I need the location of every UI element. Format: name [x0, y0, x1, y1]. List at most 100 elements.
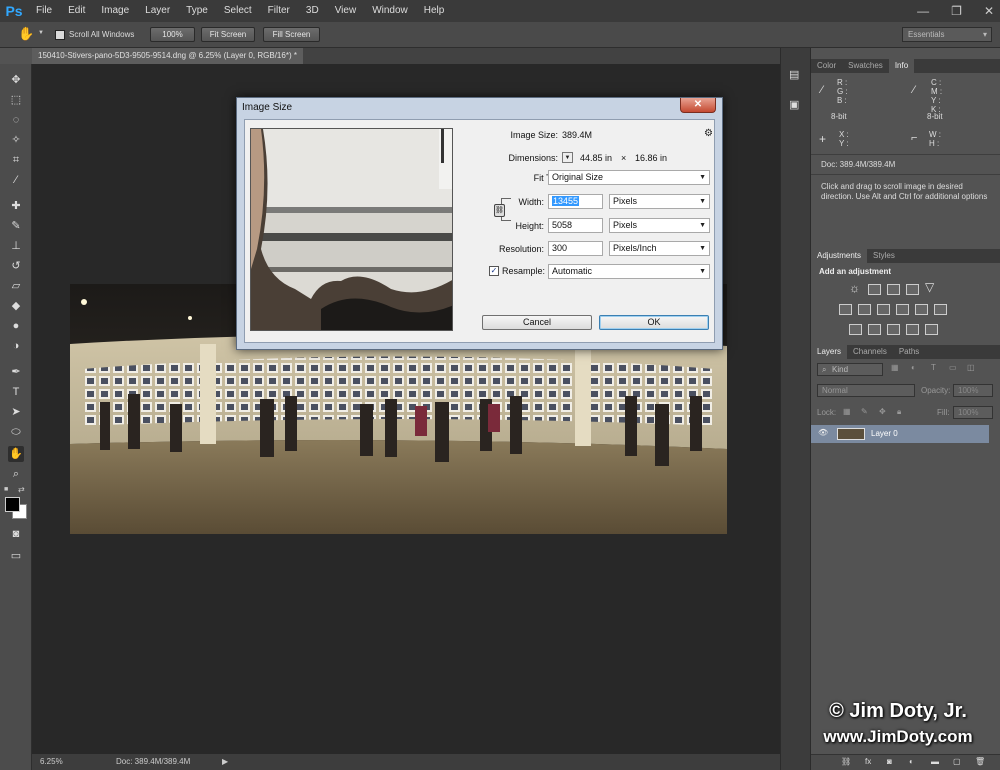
history-panel-icon[interactable]: ▤ [789, 68, 799, 81]
lock-pixels-icon[interactable]: ✎ [861, 407, 868, 416]
type-tool-icon[interactable]: T [8, 384, 24, 400]
gear-icon[interactable]: ⚙ [704, 128, 713, 139]
vibrance-icon[interactable]: ▽ [925, 280, 934, 294]
crop-tool-icon[interactable]: ⌗ [8, 152, 24, 168]
dialog-close-button[interactable]: ✕ [680, 98, 716, 113]
menu-layer[interactable]: Layer [137, 0, 178, 22]
tab-adjustments[interactable]: Adjustments [811, 249, 868, 263]
eye-icon[interactable]: 👁︎ [818, 428, 828, 437]
adjustment-layer-icon[interactable]: ◐ [909, 757, 914, 766]
selective-color-icon[interactable] [906, 324, 919, 335]
fit-to-select[interactable]: Original Size ▼ [548, 170, 710, 185]
screen-mode-icon[interactable]: ▭ [8, 548, 24, 564]
maximize-button[interactable]: ❐ [951, 0, 962, 22]
tab-styles[interactable]: Styles [867, 249, 901, 263]
menu-select[interactable]: Select [216, 0, 260, 22]
tab-channels[interactable]: Channels [847, 345, 893, 359]
photo-filter-icon[interactable] [896, 304, 909, 315]
width-input[interactable]: 13455 [548, 194, 603, 209]
layer-row[interactable]: 👁︎ Layer 0 [811, 425, 989, 443]
menu-view[interactable]: View [327, 0, 365, 22]
menu-3d[interactable]: 3D [298, 0, 327, 22]
lock-position-icon[interactable]: ✥ [879, 407, 886, 416]
document-tab[interactable]: 150410-Stivers-pano-5D3-9505-9514.dng @ … [32, 48, 303, 64]
default-colors-icon[interactable]: ■ [4, 486, 8, 493]
zoom-tool-icon[interactable]: ⌕ [8, 466, 24, 482]
menu-window[interactable]: Window [364, 0, 416, 22]
exposure-icon[interactable] [906, 284, 919, 295]
path-selection-tool-icon[interactable]: ➤ [8, 404, 24, 420]
fit-screen-button[interactable]: Fit Screen [201, 27, 255, 42]
threshold-icon[interactable] [887, 324, 900, 335]
minimize-button[interactable]: — [917, 0, 929, 22]
history-brush-tool-icon[interactable]: ↺ [8, 258, 24, 274]
quick-selection-tool-icon[interactable]: ✧ [8, 132, 24, 148]
workspace-select[interactable]: Essentials ▾ [902, 27, 992, 42]
type-filter-icon[interactable]: T [931, 363, 936, 372]
pen-tool-icon[interactable]: ✒ [8, 364, 24, 380]
invert-icon[interactable] [849, 324, 862, 335]
menu-help[interactable]: Help [416, 0, 453, 22]
new-layer-icon[interactable]: ▢ [953, 757, 961, 766]
color-lookup-icon[interactable] [934, 304, 947, 315]
menu-filter[interactable]: Filter [260, 0, 298, 22]
brightness-contrast-icon[interactable]: ☼ [849, 281, 860, 295]
hand-tool-icon[interactable]: ✋ [8, 446, 24, 462]
swap-colors-icon[interactable]: ⇄ [18, 485, 25, 494]
menu-type[interactable]: Type [178, 0, 216, 22]
resolution-unit-select[interactable]: Pixels/Inch ▼ [609, 241, 710, 256]
tab-layers[interactable]: Layers [811, 345, 848, 359]
opacity-input[interactable]: 100% [953, 384, 993, 397]
status-menu-arrow-icon[interactable]: ▶ [222, 754, 228, 770]
resample-select[interactable]: Automatic ▼ [548, 264, 710, 279]
curves-icon[interactable] [887, 284, 900, 295]
eyedropper-tool-icon[interactable]: ⁄ [8, 172, 24, 188]
fill-input[interactable]: 100% [953, 406, 993, 419]
menu-file[interactable]: File [28, 0, 60, 22]
tab-info[interactable]: Info [888, 59, 915, 73]
tab-swatches[interactable]: Swatches [842, 59, 889, 73]
posterize-icon[interactable] [868, 324, 881, 335]
menu-image[interactable]: Image [93, 0, 137, 22]
foreground-color-swatch[interactable] [5, 497, 20, 512]
black-white-icon[interactable] [877, 304, 890, 315]
lock-transparency-icon[interactable]: ▦ [843, 407, 851, 416]
tab-paths[interactable]: Paths [893, 345, 925, 359]
blur-tool-icon[interactable]: ● [8, 318, 24, 334]
blend-mode-select[interactable]: Normal [817, 384, 915, 397]
zoom-level[interactable]: 6.25% [40, 754, 63, 770]
pixel-filter-icon[interactable]: ▦ [891, 363, 899, 372]
smart-object-filter-icon[interactable]: ◫ [967, 363, 975, 372]
resample-checkbox[interactable]: ✓ [489, 266, 499, 276]
resolution-input[interactable]: 300 [548, 241, 603, 256]
hue-saturation-icon[interactable] [839, 304, 852, 315]
move-tool-icon[interactable]: ✥ [8, 72, 24, 88]
layer-filter-select[interactable]: ⌕ Kind [817, 363, 883, 376]
levels-icon[interactable] [868, 284, 881, 295]
lasso-tool-icon[interactable]: ◌ [8, 112, 24, 128]
hand-tool-icon[interactable]: ✋ [18, 26, 34, 42]
fill-screen-button[interactable]: Fill Screen [263, 27, 320, 42]
ok-button[interactable]: OK [599, 315, 709, 330]
tool-preset-chevron-down-icon[interactable]: ▼ [38, 30, 44, 36]
paint-bucket-tool-icon[interactable]: ◆ [8, 298, 24, 314]
scroll-all-windows-checkbox[interactable] [55, 30, 65, 40]
menu-edit[interactable]: Edit [60, 0, 93, 22]
brush-tool-icon[interactable]: ✎ [8, 218, 24, 234]
trash-icon[interactable]: 🗑︎ [975, 757, 985, 766]
shape-filter-icon[interactable]: ▭ [949, 363, 957, 372]
adjustment-filter-icon[interactable]: ◐ [911, 363, 916, 372]
link-layers-icon[interactable]: ⛓︎ [841, 757, 851, 766]
height-input[interactable]: 5058 [548, 218, 603, 233]
dodge-tool-icon[interactable]: ◑ [8, 338, 24, 354]
shape-tool-icon[interactable]: ⬭ [8, 424, 24, 440]
properties-panel-icon[interactable]: ▣ [789, 98, 799, 111]
new-group-icon[interactable]: ▬ [931, 757, 939, 766]
image-preview[interactable] [250, 128, 453, 331]
gradient-map-icon[interactable] [925, 324, 938, 335]
channel-mixer-icon[interactable] [915, 304, 928, 315]
quick-mask-icon[interactable]: ◙ [8, 526, 24, 542]
dimensions-units-chevron-down-icon[interactable]: ▼ [562, 152, 573, 163]
layer-name[interactable]: Layer 0 [871, 429, 898, 438]
layer-style-icon[interactable]: fx [865, 757, 871, 766]
